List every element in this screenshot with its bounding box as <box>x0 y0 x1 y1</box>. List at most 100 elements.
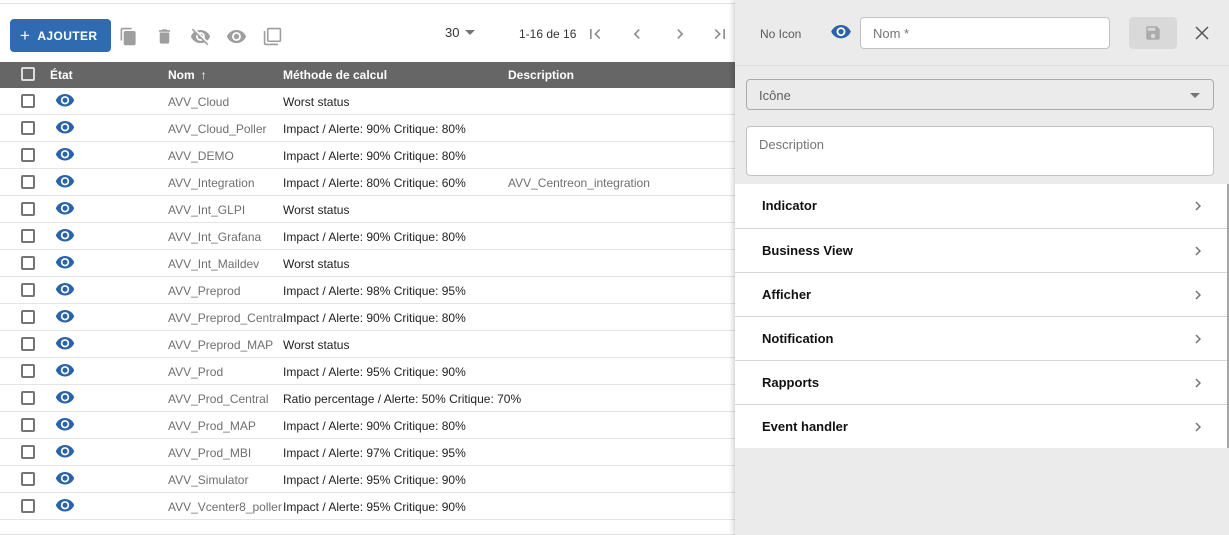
pagination-range: 1-16 de 16 <box>519 27 576 41</box>
enabled-eye-icon[interactable] <box>55 445 75 460</box>
row-name: AVV_Int_GLPI <box>168 203 245 217</box>
first-page-icon[interactable] <box>583 22 607 46</box>
row-checkbox[interactable] <box>21 364 35 378</box>
enabled-eye-icon[interactable] <box>55 310 75 325</box>
row-name: AVV_Simulator <box>168 473 248 487</box>
row-method: Impact / Alerte: 90% Critique: 80% <box>283 149 466 163</box>
row-checkbox[interactable] <box>21 229 35 243</box>
row-checkbox[interactable] <box>21 310 35 324</box>
table-row[interactable]: AVV_DEMO Impact / Alerte: 90% Critique: … <box>0 142 735 169</box>
accordion-section[interactable]: Indicator <box>735 184 1229 228</box>
enabled-eye-icon[interactable] <box>55 256 75 271</box>
show-icon[interactable] <box>224 24 248 48</box>
enabled-eye-icon[interactable] <box>55 229 75 244</box>
column-header-method[interactable]: Méthode de calcul <box>283 68 387 82</box>
table-row[interactable]: AVV_Int_Grafana Impact / Alerte: 90% Cri… <box>0 223 735 250</box>
row-method: Impact / Alerte: 98% Critique: 95% <box>283 284 466 298</box>
add-button-label: AJOUTER <box>37 29 97 43</box>
row-method: Impact / Alerte: 90% Critique: 80% <box>283 419 466 433</box>
copy-icon[interactable] <box>116 24 140 48</box>
hide-icon[interactable] <box>188 24 212 48</box>
listing-pane: + AJOUTER 30 1 <box>0 0 735 535</box>
top-divider <box>0 3 735 4</box>
table-row[interactable]: AVV_Cloud Worst status <box>0 88 735 115</box>
save-button[interactable] <box>1129 17 1177 49</box>
select-all-checkbox[interactable] <box>21 67 35 81</box>
accordion-section[interactable]: Event handler <box>735 404 1229 448</box>
enabled-eye-icon[interactable] <box>55 499 75 514</box>
enabled-eye-icon[interactable] <box>55 283 75 298</box>
row-checkbox[interactable] <box>21 202 35 216</box>
accordion-section-label: Indicator <box>762 198 817 213</box>
name-input[interactable] <box>860 17 1110 49</box>
table-row[interactable]: AVV_Prod Impact / Alerte: 95% Critique: … <box>0 358 735 385</box>
enabled-eye-icon[interactable] <box>55 337 75 352</box>
row-method: Worst status <box>283 338 349 352</box>
visibility-eye-icon[interactable] <box>830 25 852 41</box>
bam-page: + AJOUTER 30 1 <box>0 0 1229 535</box>
enabled-eye-icon[interactable] <box>55 391 75 406</box>
row-checkbox[interactable] <box>21 337 35 351</box>
table-row[interactable]: AVV_Prod_Central Ratio percentage / Aler… <box>0 385 735 412</box>
row-name: AVV_Preprod <box>168 284 241 298</box>
accordion-section[interactable]: Notification <box>735 316 1229 360</box>
table-row[interactable]: AVV_Prod_MBI Impact / Alerte: 97% Critiq… <box>0 439 735 466</box>
row-name: AVV_Preprod_Central <box>168 311 286 325</box>
column-header-state[interactable]: État <box>50 68 73 82</box>
enabled-eye-icon[interactable] <box>55 364 75 379</box>
delete-icon[interactable] <box>152 24 176 48</box>
accordion-section-label: Rapports <box>762 375 819 390</box>
table-row[interactable]: AVV_Cloud_Poller Impact / Alerte: 90% Cr… <box>0 115 735 142</box>
row-checkbox[interactable] <box>21 499 35 513</box>
rows-per-page-select[interactable]: 30 <box>445 25 475 40</box>
accordion-section[interactable]: Rapports <box>735 360 1229 404</box>
enabled-eye-icon[interactable] <box>55 202 75 217</box>
row-checkbox[interactable] <box>21 256 35 270</box>
close-icon[interactable] <box>1191 22 1213 44</box>
row-checkbox[interactable] <box>21 283 35 297</box>
row-method: Ratio percentage / Alerte: 50% Critique:… <box>283 392 521 406</box>
row-checkbox[interactable] <box>21 148 35 162</box>
enabled-eye-icon[interactable] <box>55 148 75 163</box>
table-row[interactable]: AVV_Int_Maildev Worst status <box>0 250 735 277</box>
save-icon <box>1144 24 1162 42</box>
enabled-eye-icon[interactable] <box>55 121 75 136</box>
enabled-eye-icon[interactable] <box>55 418 75 433</box>
table-row[interactable]: AVV_Preprod_Central Impact / Alerte: 90%… <box>0 304 735 331</box>
column-header-name[interactable]: Nom↑ <box>168 68 207 82</box>
chevron-down-icon <box>1190 93 1200 98</box>
table-row[interactable]: AVV_Preprod_MAP Worst status <box>0 331 735 358</box>
enabled-eye-icon[interactable] <box>55 175 75 190</box>
row-method: Impact / Alerte: 95% Critique: 90% <box>283 500 466 514</box>
row-checkbox[interactable] <box>21 121 35 135</box>
row-checkbox[interactable] <box>21 391 35 405</box>
row-checkbox[interactable] <box>21 472 35 486</box>
add-button[interactable]: + AJOUTER <box>10 19 111 52</box>
column-header-description[interactable]: Description <box>508 68 574 82</box>
table-row[interactable]: AVV_Int_GLPI Worst status <box>0 196 735 223</box>
enabled-eye-icon[interactable] <box>55 472 75 487</box>
table-row[interactable]: AVV_Vcenter8_poller Impact / Alerte: 95%… <box>0 493 735 520</box>
row-method: Impact / Alerte: 90% Critique: 80% <box>283 122 466 136</box>
last-page-icon[interactable] <box>708 22 732 46</box>
rows-per-page-value: 30 <box>445 25 459 40</box>
accordion-section[interactable]: Business View <box>735 228 1229 272</box>
table-row[interactable]: AVV_Prod_MAP Impact / Alerte: 90% Critiq… <box>0 412 735 439</box>
row-checkbox[interactable] <box>21 94 35 108</box>
enabled-eye-icon[interactable] <box>55 94 75 109</box>
chevron-right-icon <box>1189 418 1207 441</box>
row-method: Impact / Alerte: 80% Critique: 60% <box>283 176 466 190</box>
description-textarea[interactable] <box>746 126 1214 176</box>
prev-page-icon[interactable] <box>625 22 649 46</box>
toolbar: + AJOUTER 30 1 <box>0 14 735 54</box>
table-row[interactable]: AVV_Simulator Impact / Alerte: 95% Criti… <box>0 466 735 493</box>
accordion-section[interactable]: Afficher <box>735 272 1229 316</box>
duplicate-icon[interactable] <box>260 24 284 48</box>
row-checkbox[interactable] <box>21 175 35 189</box>
next-page-icon[interactable] <box>668 22 692 46</box>
table-row[interactable]: AVV_Integration Impact / Alerte: 80% Cri… <box>0 169 735 196</box>
table-row[interactable]: AVV_Preprod Impact / Alerte: 98% Critiqu… <box>0 277 735 304</box>
row-checkbox[interactable] <box>21 418 35 432</box>
icon-select[interactable]: Icône <box>746 79 1214 110</box>
row-checkbox[interactable] <box>21 445 35 459</box>
